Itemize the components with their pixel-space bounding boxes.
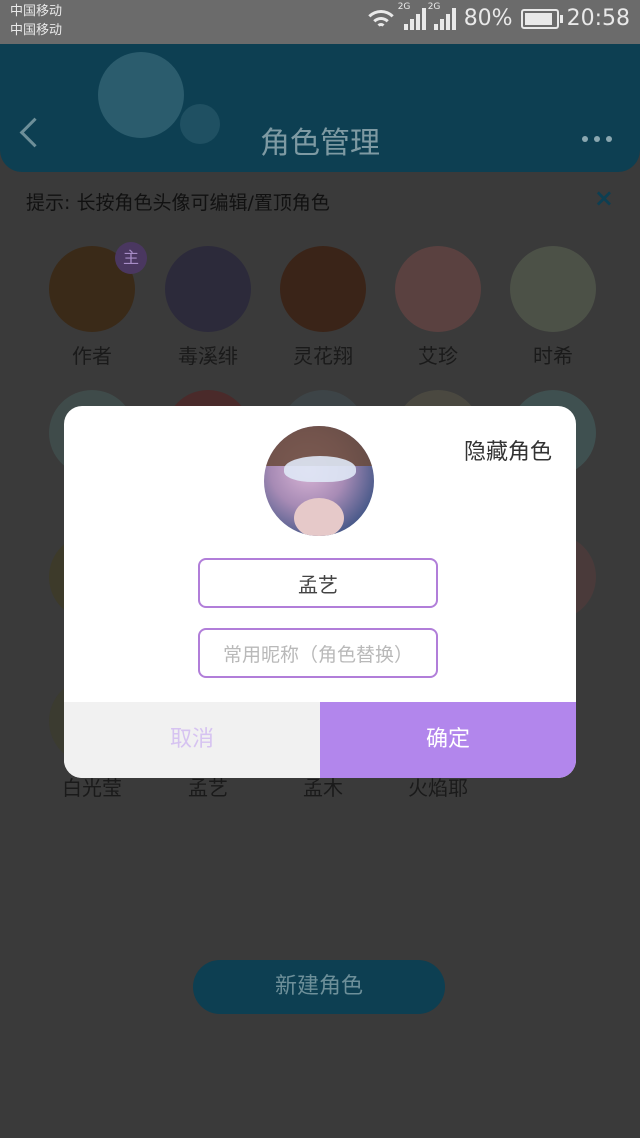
status-bar: 中国移动 中国移动 2G 2G 80% 20:58 [0,0,640,44]
role-avatar-thumb[interactable] [165,246,251,332]
role-avatar[interactable] [264,426,374,536]
close-icon[interactable]: × [594,184,614,212]
role-item[interactable]: 时希 [498,246,608,369]
role-avatar-thumb[interactable]: 主 [49,242,147,332]
carrier-2: 中国移动 [10,23,63,38]
tip-text: 提示: 长按角色头像可编辑/置顶角色 [26,192,330,214]
signal-icon-1: 2G [398,2,426,30]
page-title: 角色管理 [260,126,380,161]
role-name: 灵花翔 [293,344,353,368]
battery-icon [520,8,563,29]
header-bar: 角色管理 [0,44,640,172]
new-role-button[interactable]: 新建角色 [193,960,445,1014]
role-avatar-thumb[interactable] [510,246,596,332]
role-name: 作者 [72,344,112,368]
role-item[interactable]: 灵花翔 [268,246,378,369]
role-item[interactable]: 毒溪绯 [153,246,263,369]
nickname-field[interactable]: 常用昵称（角色替换） [198,628,438,678]
role-name: 艾珍 [418,344,458,368]
role-name: 时希 [533,344,573,368]
battery-percent: 80% [463,6,513,31]
wifi-icon [365,8,396,30]
carrier-info: 中国移动 中国移动 [10,2,62,40]
edit-role-dialog: 隐藏角色 孟艺 常用昵称（角色替换） 取消 确定 [64,406,576,778]
role-avatar-thumb[interactable] [395,246,481,332]
clock: 20:58 [566,6,630,31]
carrier-1: 中国移动 [10,4,63,19]
main-role-badge: 主 [115,242,147,274]
cancel-button[interactable]: 取消 [64,702,320,778]
more-icon[interactable] [582,136,612,142]
signal-icon-2: 2G [428,2,456,30]
role-name-field[interactable]: 孟艺 [198,558,438,608]
hide-role-button[interactable]: 隐藏角色 [464,434,552,466]
role-item[interactable]: 艾珍 [383,246,493,369]
role-name: 毒溪绯 [178,344,238,368]
role-item[interactable]: 主作者 [37,242,147,369]
role-avatar-thumb[interactable] [280,246,366,332]
confirm-button[interactable]: 确定 [320,702,576,778]
